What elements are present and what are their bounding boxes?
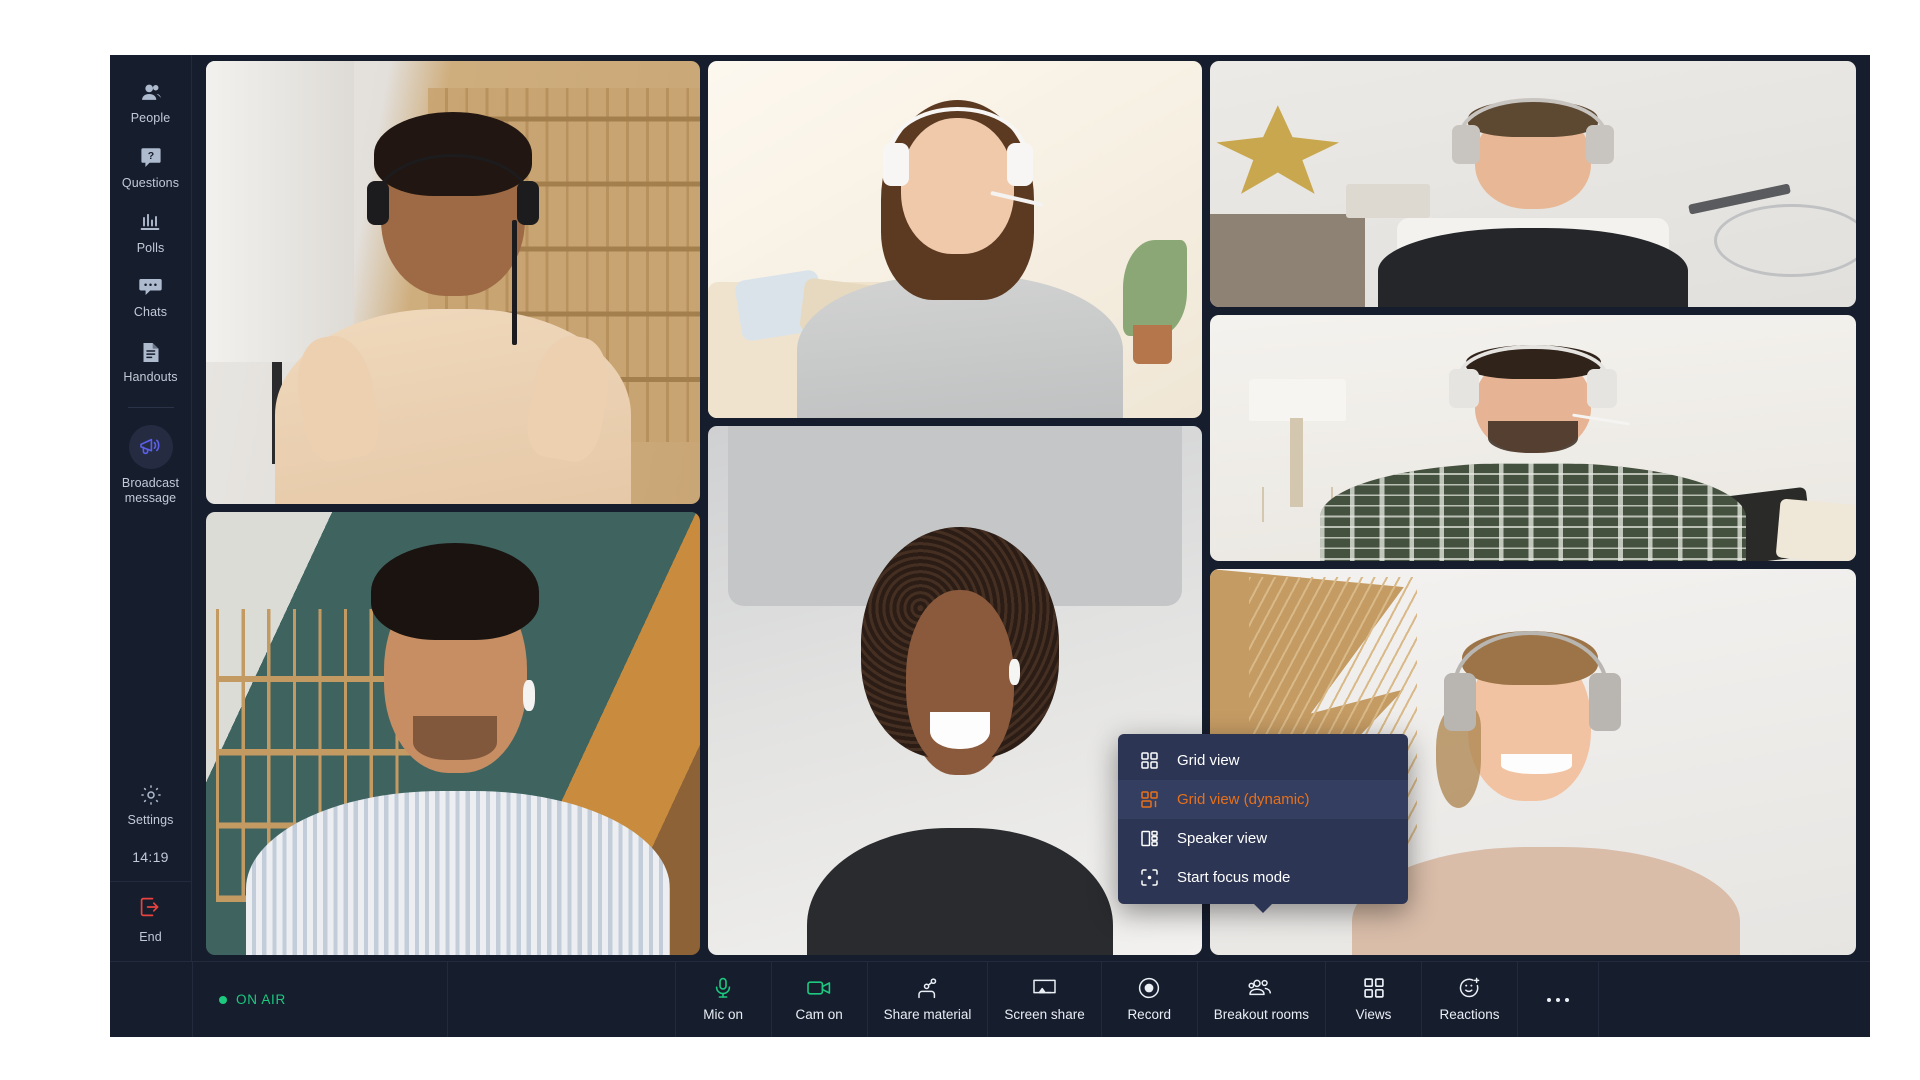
participant-6-video [1210, 315, 1856, 561]
toolbar-right-gap [1598, 962, 1870, 1037]
sidebar-item-questions[interactable]: ? Questions [110, 136, 192, 201]
menu-item-label: Grid view (dynamic) [1177, 791, 1310, 808]
grid-view-dynamic-icon [1140, 790, 1159, 809]
meeting-clock: 14:19 [132, 849, 169, 866]
reactions-button-label: Reactions [1439, 1007, 1500, 1022]
participant-1-video [206, 61, 700, 504]
sidebar-item-polls[interactable]: Polls [110, 201, 192, 266]
camera-button-label: Cam on [795, 1007, 843, 1022]
sidebar-item-chats[interactable]: Chats [110, 265, 192, 330]
sidebar-item-settings[interactable]: Settings [110, 773, 192, 838]
grid-view-icon [1140, 751, 1159, 770]
record-button[interactable]: Record [1102, 962, 1198, 1037]
video-tile-participant-1[interactable] [206, 61, 700, 504]
meeting-app-window: People ? Questions Polls Chats Handouts … [110, 55, 1870, 1037]
menu-item-label: Start focus mode [1177, 869, 1291, 886]
app-body: People ? Questions Polls Chats Handouts … [110, 55, 1870, 961]
sidebar-divider [127, 406, 174, 408]
sidebar-item-handouts[interactable]: Handouts [110, 330, 192, 395]
mic-button-label: Mic on [703, 1007, 743, 1022]
views-button[interactable]: Views [1326, 962, 1422, 1037]
chat-icon [139, 276, 162, 298]
sidebar-item-label: Polls [136, 240, 165, 255]
menu-item-start-focus-mode[interactable]: Start focus mode [1118, 858, 1408, 897]
screen-share-button-label: Screen share [1004, 1007, 1085, 1022]
people-icon [140, 82, 162, 104]
more-icon [1545, 989, 1571, 1011]
left-sidebar: People ? Questions Polls Chats Handouts … [110, 55, 192, 961]
views-button-label: Views [1355, 1007, 1392, 1022]
on-air-indicator-dot [219, 995, 227, 1004]
sidebar-item-label: Settings [127, 812, 174, 827]
sidebar-item-label: Broadcast message [122, 476, 179, 506]
screen-share-icon [1033, 977, 1056, 999]
sidebar-item-people[interactable]: People [110, 71, 192, 136]
menu-item-speaker-view[interactable]: Speaker view [1118, 819, 1408, 858]
sidebar-item-label: Questions [121, 175, 180, 190]
record-icon [1138, 977, 1160, 999]
end-call-button[interactable]: End [110, 881, 192, 961]
reactions-button[interactable]: Reactions [1422, 962, 1518, 1037]
bottom-toolbar: ON AIR Mic on Cam on Share material Scre… [110, 961, 1870, 1037]
participant-2-video [206, 512, 700, 955]
question-icon: ? [140, 147, 161, 169]
speaker-view-icon [1140, 829, 1159, 848]
camera-button[interactable]: Cam on [772, 962, 868, 1037]
breakout-rooms-icon [1248, 977, 1274, 999]
breakout-rooms-button-label: Breakout rooms [1213, 1007, 1309, 1022]
status-badge-on-air: ON AIR [192, 962, 448, 1037]
video-grid [192, 55, 1870, 961]
sidebar-item-label: Chats [133, 305, 168, 320]
video-tile-participant-3[interactable] [708, 61, 1202, 418]
video-tile-participant-5[interactable] [1210, 61, 1856, 307]
on-air-label: ON AIR [236, 992, 286, 1007]
menu-item-grid-view-dynamic[interactable]: Grid view (dynamic) [1118, 780, 1408, 819]
megaphone-icon [128, 424, 173, 469]
more-options-button[interactable] [1518, 962, 1598, 1037]
polls-icon [140, 212, 162, 234]
sidebar-item-broadcast-message[interactable]: Broadcast message [110, 414, 192, 516]
views-dropdown-menu[interactable]: Grid view Grid view (dynamic) Speaker vi… [1118, 734, 1408, 913]
screen-share-button[interactable]: Screen share [988, 962, 1102, 1037]
participant-3-video [708, 61, 1202, 418]
broadcast-label-line2: message [124, 490, 177, 505]
share-material-button[interactable]: Share material [868, 962, 989, 1037]
views-icon [1363, 977, 1384, 999]
camera-icon [807, 977, 831, 999]
record-button-label: Record [1127, 1007, 1171, 1022]
end-call-label: End [139, 930, 162, 945]
video-tile-participant-2[interactable] [206, 512, 700, 955]
focus-mode-icon [1140, 868, 1159, 887]
video-column-left [206, 61, 700, 955]
share-material-icon [917, 977, 939, 999]
broadcast-label-line1: Broadcast [121, 475, 180, 490]
share-material-button-label: Share material [883, 1007, 972, 1022]
mic-icon [713, 977, 733, 999]
menu-item-grid-view[interactable]: Grid view [1118, 741, 1408, 780]
sidebar-item-label: People [130, 111, 171, 125]
menu-item-label: Grid view [1177, 752, 1240, 769]
toolbar-left-gap [110, 962, 192, 1037]
menu-item-label: Speaker view [1177, 830, 1268, 847]
reactions-icon [1458, 977, 1481, 999]
video-tile-participant-6[interactable] [1210, 315, 1856, 561]
breakout-rooms-button[interactable]: Breakout rooms [1198, 962, 1326, 1037]
gear-icon [140, 784, 162, 806]
exit-icon [139, 896, 162, 923]
sidebar-item-label: Handouts [123, 370, 178, 384]
svg-text:?: ? [147, 150, 153, 162]
participant-5-video [1210, 61, 1856, 307]
mic-button[interactable]: Mic on [676, 962, 772, 1037]
handouts-icon [142, 341, 160, 363]
toolbar-spacer [448, 962, 676, 1037]
